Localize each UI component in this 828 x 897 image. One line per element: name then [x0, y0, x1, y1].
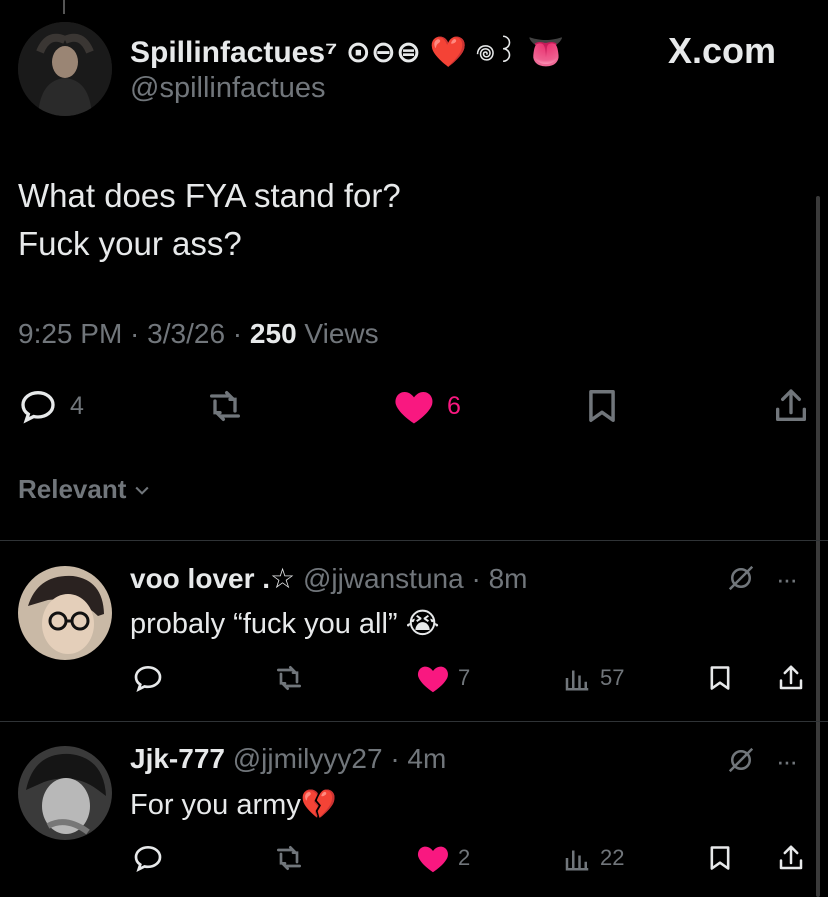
grok-icon[interactable] [726, 563, 756, 593]
reply-like-count: 2 [458, 845, 471, 870]
retweet-icon [210, 391, 240, 421]
reply-views-button[interactable]: 57 [562, 662, 624, 694]
share-icon [779, 665, 803, 690]
reply-retweet-button[interactable] [272, 662, 306, 694]
reply-button[interactable]: 4 [18, 386, 84, 426]
thread-line [63, 0, 65, 14]
like-button[interactable]: 6 [393, 386, 461, 426]
scrollbar[interactable] [816, 196, 820, 897]
reply-views-count: 22 [600, 845, 625, 870]
reply-retweet-button[interactable] [272, 842, 306, 874]
reply-like-button[interactable]: 2 [416, 842, 470, 874]
author-avatar[interactable] [18, 22, 112, 116]
share-icon [776, 389, 806, 421]
reply-age: 4m [407, 743, 447, 774]
reply-count: 4 [70, 391, 84, 420]
tweet-time[interactable]: 9:25 PM [18, 318, 122, 349]
sort-dropdown[interactable]: Relevant [18, 474, 152, 505]
reply-header: voo lover .☆ @jjwanstuna · 8m [130, 563, 528, 594]
views-label: Views [304, 318, 379, 349]
views-icon [565, 850, 589, 871]
reply-avatar[interactable] [18, 746, 112, 840]
reply-reply-button[interactable] [132, 662, 164, 694]
reply-views-count: 57 [600, 665, 625, 690]
reply-handle[interactable]: @jjwanstuna [303, 563, 464, 594]
more-options-icon[interactable]: ··· [776, 564, 798, 595]
reply-share-button[interactable] [776, 842, 806, 874]
x-logo: X.com [668, 30, 777, 71]
tweet-page: Spillinfactues⁷ ⊙⊖⊜ ❤️ 𖦹꒱ 👅 @spillinfact… [0, 0, 828, 897]
heart-icon [418, 846, 448, 873]
reply-share-button[interactable] [776, 662, 806, 694]
divider [0, 721, 828, 722]
reply-author-name[interactable]: voo lover .☆ [130, 563, 295, 594]
reply-handle[interactable]: @jjmilyyy27 [233, 743, 383, 774]
retweet-icon [277, 846, 301, 870]
bookmark-icon [589, 390, 615, 422]
reply-age: 8m [488, 563, 528, 594]
reply-avatar[interactable] [18, 566, 112, 660]
sort-label: Relevant [18, 474, 127, 504]
reply-header: Jjk-777 @jjmilyyy27 · 4m [130, 743, 447, 774]
more-options-icon[interactable]: ··· [776, 746, 798, 777]
retweet-button[interactable] [205, 386, 245, 426]
reply-author-name[interactable]: Jjk-777 [130, 743, 225, 774]
author-handle[interactable]: @spillinfactues [130, 72, 325, 105]
tweet-date[interactable]: 3/3/26 [147, 318, 225, 349]
heart-icon [418, 666, 448, 693]
grok-icon[interactable] [726, 745, 756, 775]
reply-like-button[interactable]: 7 [416, 662, 470, 694]
reply-text: For you army💔 [130, 789, 337, 821]
reply-icon [134, 665, 162, 692]
tweet-meta: 9:25 PM · 3/3/26 · 250 Views [18, 318, 379, 349]
views-icon [565, 670, 589, 691]
author-name-text: Spillinfactues⁷ ⊙⊖⊜ [130, 36, 422, 69]
reply-like-count: 7 [458, 665, 471, 690]
retweet-icon [277, 666, 301, 690]
reply-text: probaly “fuck you all” 😭 [130, 608, 440, 640]
share-icon [779, 845, 803, 870]
bookmark-button[interactable] [583, 386, 621, 426]
reply-views-button[interactable]: 22 [562, 842, 624, 874]
author-emoji: ❤️ 𖦹꒱ 👅 [429, 36, 565, 69]
views-count: 250 [249, 318, 297, 349]
author-name[interactable]: Spillinfactues⁷ ⊙⊖⊜ ❤️ 𖦹꒱ 👅 [130, 30, 564, 71]
tweet-text: What does FYA stand for? Fuck your ass? [18, 177, 401, 262]
share-button[interactable] [771, 386, 811, 426]
bookmark-icon [710, 666, 730, 690]
reply-reply-button[interactable] [132, 842, 164, 874]
bookmark-icon [710, 846, 730, 870]
reply-icon [21, 390, 55, 424]
reply-bookmark-button[interactable] [706, 842, 734, 874]
divider [0, 540, 828, 541]
chevron-down-icon [135, 486, 149, 495]
reply-icon [134, 845, 162, 872]
reply-bookmark-button[interactable] [706, 662, 734, 694]
like-count: 6 [447, 391, 461, 420]
heart-icon [395, 392, 433, 424]
